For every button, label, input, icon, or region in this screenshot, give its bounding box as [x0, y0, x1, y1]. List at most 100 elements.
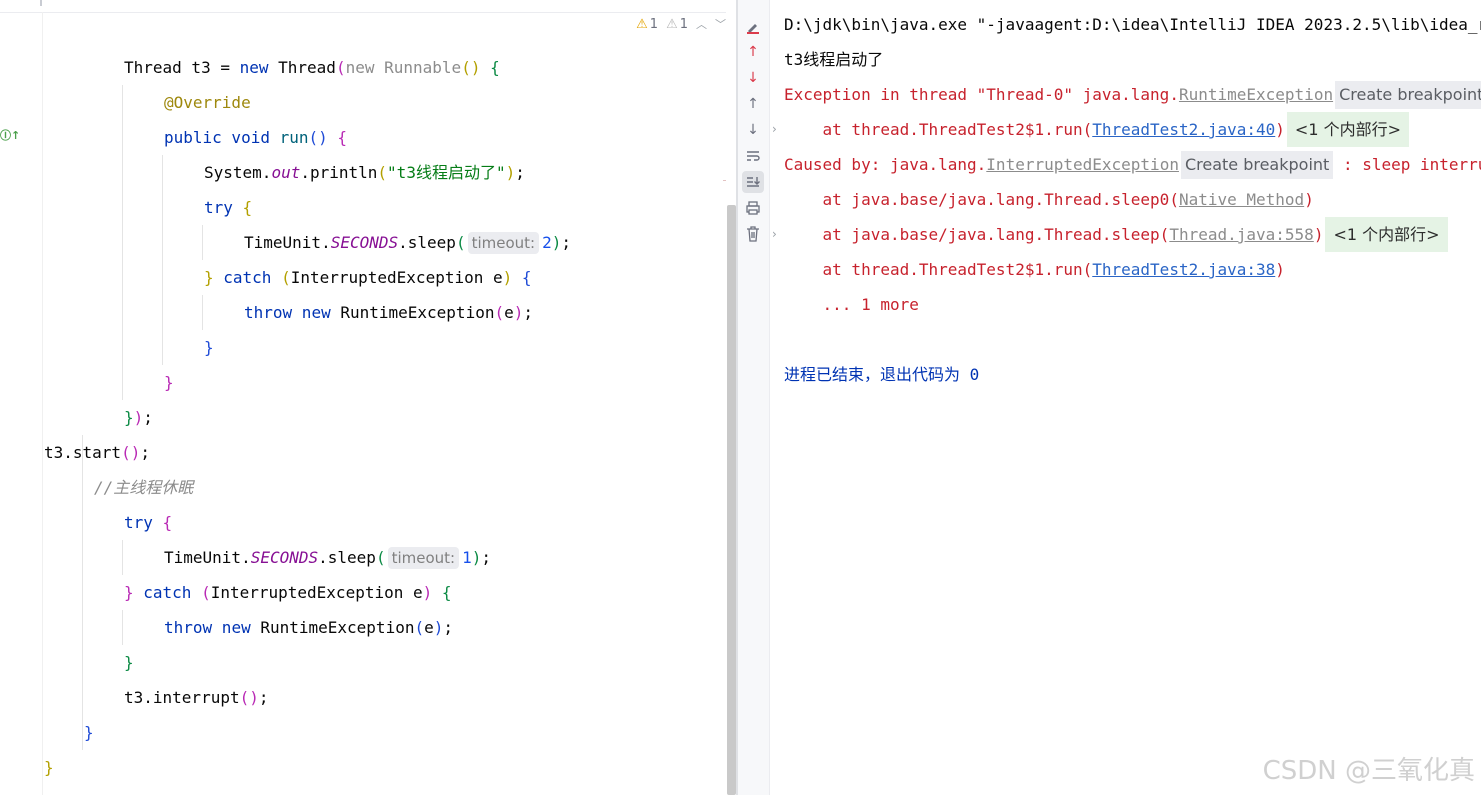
indent-guide: [122, 85, 123, 400]
bracket-token: ): [433, 618, 444, 637]
csdn-watermark: CSDN @三氧化真: [1262, 756, 1475, 786]
bracket-token: (: [375, 548, 386, 567]
indent-guide: [122, 540, 123, 575]
bracket-token: ): [513, 303, 524, 322]
folded-lines-chip[interactable]: <1 个内部行>: [1325, 217, 1448, 252]
clear-icon[interactable]: [742, 223, 764, 245]
keyword-token: new: [345, 58, 375, 77]
code-line[interactable]: }: [124, 645, 134, 680]
code-line[interactable]: Thread t3 = new Thread(new Runnable() {: [124, 50, 500, 85]
keyword-token: throw: [244, 303, 293, 322]
field-token: SECONDS: [250, 548, 319, 567]
print-icon[interactable]: [742, 197, 764, 219]
bracket-token: (): [121, 443, 141, 462]
soft-wrap-icon[interactable]: [742, 145, 764, 167]
weak-warnings-indicator[interactable]: ⚠ 1: [666, 17, 688, 32]
code-token: ;: [258, 688, 269, 707]
code-token: RuntimeException: [250, 618, 415, 637]
caused-by-line: Caused by: java.lang.InterruptedExceptio…: [784, 147, 1481, 182]
code-line[interactable]: throw new RuntimeException(e);: [164, 610, 453, 645]
code-line[interactable]: t3.interrupt();: [124, 680, 269, 715]
exception-class-link[interactable]: InterruptedException: [986, 155, 1179, 174]
scroll-up-icon[interactable]: ↑: [742, 93, 764, 115]
code-line[interactable]: });: [124, 400, 153, 435]
code-line[interactable]: @Override: [164, 85, 251, 120]
source-link[interactable]: ThreadTest2.java:40: [1092, 120, 1275, 139]
stack-frame-text: ): [1304, 190, 1314, 209]
stack-frame-text: ): [1275, 260, 1285, 279]
process-exit-line: 进程已结束，退出代码为 0: [784, 365, 980, 384]
bracket-token: ): [505, 163, 516, 182]
bracket-token: (: [494, 303, 505, 322]
code-line[interactable]: }: [84, 715, 94, 750]
exception-class-link[interactable]: RuntimeException: [1179, 85, 1333, 104]
editor-scrollbar-thumb[interactable]: [727, 205, 736, 795]
code-line[interactable]: }: [44, 750, 54, 785]
indent-guide: [162, 155, 163, 365]
bracket-token: {: [232, 198, 253, 217]
down-stack-icon[interactable]: ↓: [742, 67, 764, 89]
console-stdout-line: t3线程启动了: [784, 50, 884, 69]
code-token: RuntimeException: [330, 303, 495, 322]
inspection-widget[interactable]: ⚠ 1 ⚠ 1 ︿ ﹀: [636, 16, 726, 32]
gutter-separator: [42, 12, 43, 795]
stack-frame-line: at java.base/java.lang.Thread.sleep(Thre…: [784, 217, 1448, 252]
code-line[interactable]: System.out.println("t3线程启动了");: [204, 155, 525, 190]
code-line[interactable]: t3.start();: [44, 435, 150, 470]
stack-frame-line: at thread.ThreadTest2$1.run(ThreadTest2.…: [784, 252, 1285, 287]
console-output[interactable]: D:\jdk\bin\java.exe "-javaagent:D:\idea\…: [770, 0, 1481, 795]
code-line[interactable]: try {: [124, 505, 172, 540]
bracket-token: }: [124, 653, 134, 672]
scroll-to-end-icon[interactable]: [742, 171, 764, 193]
stack-frame-text: ): [1313, 225, 1324, 244]
code-line[interactable]: public void run() {: [164, 120, 347, 155]
create-breakpoint-button[interactable]: Create breakpoint: [1335, 81, 1481, 109]
code-line[interactable]: TimeUnit.SECONDS.sleep(timeout: 2);: [244, 225, 571, 260]
bracket-token: }: [124, 408, 134, 427]
warnings-indicator[interactable]: ⚠ 1: [636, 17, 658, 32]
code-line[interactable]: } catch (InterruptedException e) {: [124, 575, 452, 610]
create-breakpoint-button[interactable]: Create breakpoint: [1180, 151, 1334, 179]
next-highlight-icon[interactable]: ﹀: [715, 16, 726, 32]
keyword-token: new: [292, 303, 331, 322]
bracket-token: }: [204, 338, 214, 357]
code-line[interactable]: } catch (InterruptedException e) {: [204, 260, 532, 295]
rerun-icon[interactable]: [742, 15, 764, 37]
bracket-token: {: [512, 268, 532, 287]
parameter-hint: timeout:: [387, 546, 460, 569]
keyword-token: new: [239, 58, 269, 77]
source-link[interactable]: Native Method: [1179, 190, 1304, 209]
code-token: t3.start: [44, 443, 122, 462]
folded-lines-chip[interactable]: <1 个内部行>: [1286, 112, 1410, 147]
expand-chevron-icon[interactable]: ›: [772, 122, 777, 136]
code-line[interactable]: TimeUnit.SECONDS.sleep(timeout: 1);: [164, 540, 491, 575]
code-editor[interactable]: ⚠ 1 ⚠ 1 ︿ ﹀ Ⓘ↑ Thread t3 = new Thread(ne…: [0, 0, 736, 795]
implements-method-icon[interactable]: Ⓘ↑: [0, 127, 20, 143]
stack-frame-line: at java.base/java.lang.Thread.sleep0(Nat…: [784, 182, 1314, 217]
expand-chevron-icon[interactable]: ›: [772, 227, 777, 241]
exception-text: : sleep interrupted: [1342, 155, 1481, 174]
up-stack-icon[interactable]: ↑: [742, 41, 764, 63]
source-link[interactable]: Thread.java:558: [1169, 225, 1314, 244]
previous-highlight-icon[interactable]: ︿: [696, 16, 707, 32]
more-frames-line: ... 1 more: [784, 295, 919, 314]
code-token: InterruptedException e: [210, 583, 423, 602]
exception-line: Exception in thread "Thread-0" java.lang…: [784, 77, 1481, 112]
code-line[interactable]: try {: [204, 190, 252, 225]
code-line[interactable]: throw new RuntimeException(e);: [244, 295, 533, 330]
method-token: run: [269, 128, 309, 147]
comment-token: //主线程休眠: [94, 478, 194, 497]
keyword-token: new: [212, 618, 251, 637]
bracket-token: (: [335, 58, 346, 77]
code-line[interactable]: }: [204, 330, 214, 365]
code-line[interactable]: }: [164, 365, 174, 400]
code-token: ;: [143, 408, 153, 427]
scroll-down-icon[interactable]: ↓: [742, 119, 764, 141]
code-line[interactable]: //主线程休眠: [94, 470, 193, 505]
code-token: e: [504, 303, 514, 322]
bracket-token: (): [308, 128, 328, 147]
bracket-token: {: [327, 128, 348, 147]
bracket-token: }: [84, 723, 94, 742]
code-token: Thread: [268, 58, 336, 77]
source-link[interactable]: ThreadTest2.java:38: [1092, 260, 1275, 279]
